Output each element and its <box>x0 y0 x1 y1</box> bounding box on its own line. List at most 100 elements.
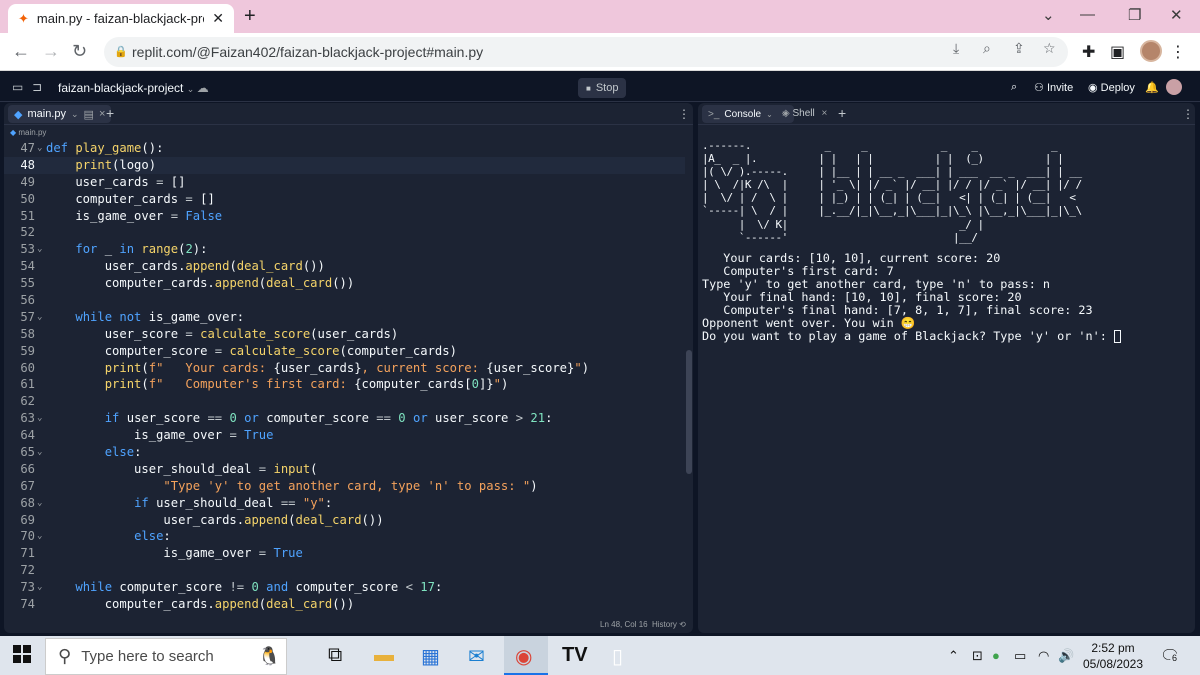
code-line[interactable]: 65 ⌄ else: <box>4 444 685 461</box>
code-line[interactable]: 47 ⌄ def play_game(): <box>4 140 685 157</box>
blank-document-icon[interactable]: ▯ <box>612 644 623 669</box>
code-line[interactable]: 60 print(f" Your cards: {user_cards}, cu… <box>4 360 685 377</box>
extensions-icon[interactable]: ✚ <box>1082 42 1095 62</box>
console-input-cursor[interactable] <box>1113 330 1121 344</box>
user-avatar[interactable] <box>1166 79 1182 95</box>
code-line[interactable]: 64 is_game_over = True <box>4 427 685 444</box>
code-line[interactable]: 71 is_game_over = True <box>4 545 685 562</box>
code-line[interactable]: 59 computer_score = calculate_score(comp… <box>4 343 685 360</box>
chrome-taskbar-button[interactable]: ◉ <box>504 636 548 675</box>
zoom-icon[interactable]: ⌕ <box>983 40 991 57</box>
code-line[interactable]: 62 <box>4 393 685 410</box>
tradingview-icon[interactable]: TV <box>562 644 588 667</box>
close-tab-icon[interactable]: × <box>822 108 828 119</box>
chevron-down-icon[interactable]: ⌄ <box>766 110 773 119</box>
code-line[interactable]: 51 is_game_over = False <box>4 208 685 225</box>
profile-avatar[interactable] <box>1140 40 1162 62</box>
code-line[interactable]: 69 user_cards.append(deal_card()) <box>4 512 685 529</box>
code-line[interactable]: 57 ⌄ while not is_game_over: <box>4 309 685 326</box>
add-tab-icon[interactable]: + <box>106 105 114 121</box>
forward-icon[interactable]: → <box>42 41 60 62</box>
file-explorer-icon[interactable]: ▬ <box>374 644 394 667</box>
notification-bell-icon[interactable]: 🔔 <box>1145 81 1159 94</box>
code-line[interactable]: 66 user_should_deal = input( <box>4 461 685 478</box>
code-line[interactable]: 67 "Type 'y' to get another card, type '… <box>4 478 685 495</box>
stop-button[interactable]: ■ Stop <box>578 78 627 98</box>
mail-icon[interactable]: ✉ <box>468 644 485 669</box>
fold-chevron-icon[interactable]: ⌄ <box>37 241 42 258</box>
close-tab-icon[interactable]: × <box>99 108 105 120</box>
code-line[interactable]: 58 user_score = calculate_score(user_car… <box>4 326 685 343</box>
code-line[interactable]: 61 print(f" Computer's first card: {comp… <box>4 376 685 393</box>
reload-icon[interactable]: ↻ <box>72 41 87 62</box>
code-line[interactable]: 74 computer_cards.append(deal_card()) <box>4 596 685 613</box>
console-output[interactable]: .------. _ _ _ _ _ |A_ _ |. | | | | | | … <box>702 139 1192 344</box>
sidebar-toggle-icon[interactable]: ▭ <box>12 80 23 94</box>
split-view-icon[interactable]: ▤ <box>84 108 94 121</box>
fold-chevron-icon[interactable]: ⌄ <box>37 410 42 427</box>
fold-chevron-icon[interactable]: ⌄ <box>37 444 42 461</box>
windows-start-icon[interactable] <box>13 645 31 669</box>
code-line[interactable]: 70 ⌄ else: <box>4 528 685 545</box>
notification-center-button[interactable]: 🗨 6 <box>1160 646 1180 666</box>
fold-chevron-icon[interactable]: ⌄ <box>37 528 42 545</box>
fold-chevron-icon[interactable]: ⌄ <box>37 140 42 157</box>
fold-chevron-icon[interactable]: ⌄ <box>37 495 42 512</box>
wifi-icon[interactable]: ◠ <box>1038 648 1049 664</box>
console-tab[interactable]: >_ Console ⌄ × <box>702 105 794 123</box>
close-window-icon[interactable]: ✕ <box>1170 6 1183 24</box>
deploy-button[interactable]: ◉ Deploy <box>1088 81 1135 94</box>
code-line[interactable]: 50 computer_cards = [] <box>4 191 685 208</box>
code-line[interactable]: 55 computer_cards.append(deal_card()) <box>4 275 685 292</box>
tab-search-icon[interactable]: ⌄ <box>1042 6 1055 24</box>
cursor-position[interactable]: Ln 48, Col 16 <box>600 620 648 629</box>
minimize-icon[interactable]: — <box>1080 6 1095 23</box>
task-view-icon[interactable]: ⧉ <box>328 644 342 667</box>
fold-chevron-icon[interactable]: ⌄ <box>37 309 42 326</box>
code-line[interactable]: 72 <box>4 562 685 579</box>
code-line[interactable]: 54 user_cards.append(deal_card()) <box>4 258 685 275</box>
search-icon[interactable]: ⌕ <box>1011 81 1017 94</box>
breadcrumb[interactable]: ◆ main.py <box>10 128 46 137</box>
taskbar-clock[interactable]: 2:52 pm 05/08/2023 <box>1080 640 1146 672</box>
battery-icon[interactable]: ▭ <box>1014 648 1026 664</box>
code-line[interactable]: 52 <box>4 224 685 241</box>
microsoft-store-icon[interactable]: ▦ <box>421 644 440 669</box>
security-app-icon[interactable]: ● <box>992 648 1000 663</box>
code-line[interactable]: 68 ⌄ if user_should_deal == "y": <box>4 495 685 512</box>
editor-scrollbar[interactable] <box>686 350 692 474</box>
new-tab-icon[interactable]: + <box>244 5 256 28</box>
code-editor[interactable]: 47 ⌄ def play_game(): 48 print(logo) 49 user… <box>4 140 685 615</box>
kebab-menu-icon[interactable]: ⋮ <box>678 107 690 121</box>
show-hidden-icons-icon[interactable]: ⌃ <box>948 648 959 664</box>
close-tab-icon[interactable]: ✕ <box>212 10 224 27</box>
editor-tab-main-py[interactable]: ◆ main.py ⌄ ▤ × <box>8 105 112 123</box>
history-button[interactable]: History ⟲ <box>652 620 686 629</box>
code-line[interactable]: 53 ⌄ for _ in range(2): <box>4 241 685 258</box>
taskbar-search-box[interactable]: ⚲ Type here to search 🐧 <box>45 638 287 675</box>
code-line[interactable]: 49 user_cards = [] <box>4 174 685 191</box>
volume-icon[interactable]: 🔊 <box>1058 648 1074 664</box>
meet-now-icon[interactable]: ⊡ <box>972 648 983 664</box>
chevron-down-icon[interactable]: ⌄ <box>71 109 79 120</box>
browser-tab[interactable]: ✦ main.py - faizan-blackjack-projec ✕ <box>8 4 234 33</box>
side-panel-icon[interactable]: ▣ <box>1110 42 1125 62</box>
code-line[interactable]: 63 ⌄ if user_score == 0 or computer_score… <box>4 410 685 427</box>
back-icon[interactable]: ← <box>12 41 30 62</box>
share-icon[interactable]: ⇪ <box>1013 40 1025 57</box>
fold-chevron-icon[interactable]: ⌄ <box>37 579 42 596</box>
shell-tab[interactable]: ◈ Shell × <box>782 108 827 119</box>
code-line[interactable]: 48 print(logo) <box>4 156 685 174</box>
add-tab-icon[interactable]: + <box>838 105 846 121</box>
address-bar[interactable]: 🔒 replit.com/@Faizan402/faizan-blackjack… <box>104 37 1068 67</box>
replit-logo-icon[interactable]: ⊐ <box>32 80 42 94</box>
browser-menu-icon[interactable]: ⋮ <box>1170 42 1186 62</box>
bookmark-star-icon[interactable]: ☆ <box>1043 40 1056 57</box>
project-name[interactable]: faizan-blackjack-project ⌄ ☁ <box>58 81 209 95</box>
kebab-menu-icon[interactable]: ⋮ <box>1182 107 1194 121</box>
code-line[interactable]: 56 <box>4 292 685 309</box>
invite-button[interactable]: ⚇ Invite <box>1034 81 1073 94</box>
install-app-icon[interactable]: ⤓ <box>953 40 959 57</box>
restore-icon[interactable]: ❐ <box>1128 6 1141 24</box>
code-line[interactable]: 73 ⌄ while computer_score != 0 and comput… <box>4 579 685 596</box>
